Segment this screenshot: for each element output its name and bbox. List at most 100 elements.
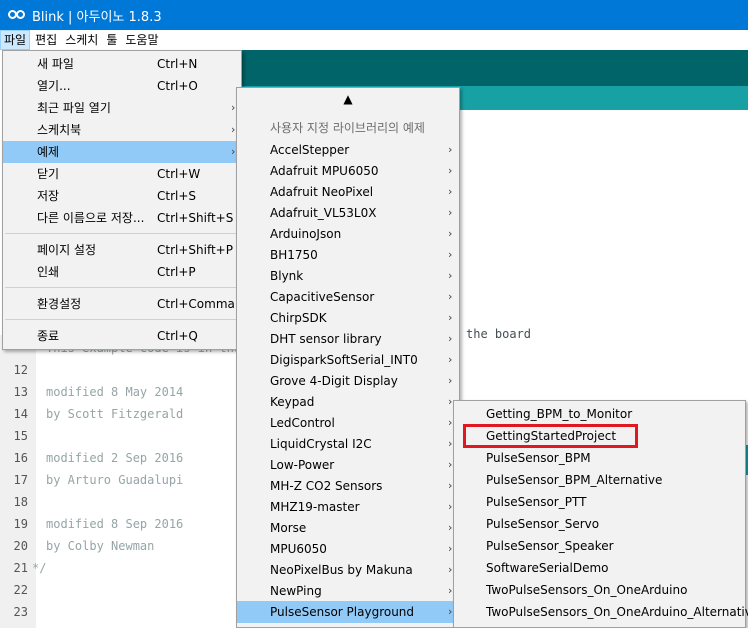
file-menu-sketchbook[interactable]: 스케치북 › (3, 119, 241, 141)
chevron-right-icon: › (448, 248, 453, 261)
examples-item-label: MPU6050 (270, 542, 327, 556)
chevron-right-icon: › (448, 458, 453, 471)
examples-item[interactable]: CapacitiveSensor › (237, 286, 459, 308)
menu-item-shortcut: Ctrl+P (157, 265, 196, 279)
examples-item[interactable]: Blynk › (237, 265, 459, 287)
menu-separator (5, 233, 239, 234)
title-bar: Blink | 아두이노 1.8.3 (0, 0, 748, 30)
chevron-right-icon: › (448, 290, 453, 303)
toolbar (240, 50, 748, 86)
examples-item-label: MH-Z CO2 Sensors (270, 479, 383, 493)
examples-item-label: DigisparkSoftSerial_INT0 (270, 353, 418, 367)
file-menu-preferences[interactable]: 환경설정 Ctrl+Comma (3, 293, 241, 315)
examples-item-label: Morse (270, 521, 307, 535)
chevron-right-icon: › (448, 395, 453, 408)
menu-help[interactable]: 도움말 (122, 30, 161, 50)
chevron-right-icon: › (448, 521, 453, 534)
examples-item[interactable]: NeoPixelBus by Makuna › (237, 559, 459, 581)
pulse-example-item[interactable]: Getting_BPM_to_Monitor (454, 403, 745, 425)
file-menu-save-as[interactable]: 다른 이름으로 저장... Ctrl+Shift+S (3, 207, 241, 229)
examples-item[interactable]: MHZ19-master › (237, 496, 459, 518)
examples-item-label: ArduinoJson (270, 227, 342, 241)
examples-item[interactable]: NewPing › (237, 580, 459, 602)
menu-item-shortcut: Ctrl+S (157, 189, 197, 203)
code-line: by Scott Fitzgerald (46, 407, 184, 421)
menu-item-label: 스케치북 (37, 123, 82, 137)
examples-item[interactable]: DigisparkSoftSerial_INT0 › (237, 349, 459, 371)
examples-item[interactable]: Morse › (237, 517, 459, 539)
file-menu-print[interactable]: 인쇄 Ctrl+P (3, 261, 241, 283)
menu-bar: 파일 편집 스케치 툴 도움말 (0, 30, 748, 50)
chevron-right-icon: › (448, 206, 453, 219)
examples-item[interactable]: PulseSensor Playground › (237, 601, 459, 623)
file-menu-save[interactable]: 저장 Ctrl+S (3, 185, 241, 207)
line-number: 20 (13, 539, 28, 553)
pulse-example-item[interactable]: PulseSensor_PTT (454, 491, 745, 513)
examples-item-label: PulseSensor Playground (270, 605, 415, 619)
pulse-example-item[interactable]: PulseSensor_Servo (454, 513, 745, 535)
examples-item[interactable]: MH-Z CO2 Sensors › (237, 475, 459, 497)
examples-item-label: BH1750 (270, 248, 318, 262)
menu-file[interactable]: 파일 (0, 30, 31, 50)
examples-item[interactable]: Low-Power › (237, 454, 459, 476)
chevron-right-icon: › (448, 164, 453, 177)
chevron-right-icon: › (448, 437, 453, 450)
file-menu-new[interactable]: 새 파일 Ctrl+N (3, 53, 241, 75)
examples-item[interactable]: Keypad › (237, 391, 459, 413)
examples-item-label: CapacitiveSensor (270, 290, 375, 304)
file-menu-close[interactable]: 닫기 Ctrl+W (3, 163, 241, 185)
chevron-right-icon: › (448, 542, 453, 555)
menu-item-label: 환경설정 (37, 297, 82, 311)
file-menu-open[interactable]: 열기... Ctrl+O (3, 75, 241, 97)
menu-item-label: 닫기 (37, 167, 60, 181)
examples-item[interactable]: BH1750 › (237, 244, 459, 266)
file-menu: 새 파일 Ctrl+N 열기... Ctrl+O 최근 파일 열기 › 스케치북… (2, 50, 242, 350)
examples-item[interactable]: DHT sensor library › (237, 328, 459, 350)
menu-item-label: 새 파일 (37, 57, 74, 71)
menu-edit[interactable]: 편집 (32, 30, 60, 50)
examples-item[interactable]: Adafruit NeoPixel › (237, 181, 459, 203)
pulse-example-item[interactable]: PulseSensor_BPM (454, 447, 745, 469)
file-menu-recent[interactable]: 최근 파일 열기 › (3, 97, 241, 119)
examples-item[interactable]: Adafruit_VL53L0X › (237, 202, 459, 224)
file-menu-page-setup[interactable]: 페이지 설정 Ctrl+Shift+P (3, 239, 241, 261)
menu-item-label: 페이지 설정 (37, 243, 97, 257)
pulse-example-item[interactable]: TwoPulseSensors_On_OneArduino (454, 579, 745, 601)
menu-item-shortcut: Ctrl+O (157, 79, 198, 93)
examples-item[interactable]: AccelStepper › (237, 139, 459, 161)
pulse-example-item[interactable]: TwoPulseSensors_On_OneArduino_Alternativ… (454, 601, 748, 623)
examples-item[interactable]: LedControl › (237, 412, 459, 434)
pulse-example-label: TwoPulseSensors_On_OneArduino (486, 583, 688, 597)
chevron-right-icon: › (448, 332, 453, 345)
examples-item[interactable]: ChirpSDK › (237, 307, 459, 329)
chevron-right-icon: › (448, 185, 453, 198)
examples-item-label: Adafruit_VL53L0X (270, 206, 377, 220)
line-number: 14 (13, 407, 28, 421)
examples-item-label: AccelStepper (270, 143, 350, 157)
menu-item-shortcut: Ctrl+W (157, 167, 201, 181)
scroll-up-arrow-icon[interactable]: ▲ (237, 88, 459, 110)
pulse-example-item[interactable]: PulseSensor_Speaker (454, 535, 745, 557)
examples-section-header: 사용자 지정 라이브러리의 예제 (237, 117, 459, 139)
code-line: by Arturo Guadalupi (46, 473, 184, 487)
examples-item[interactable]: Grove 4-Digit Display › (237, 370, 459, 392)
menu-tools[interactable]: 툴 (103, 30, 120, 50)
examples-item[interactable]: LiquidCrystal I2C › (237, 433, 459, 455)
pulse-example-label: PulseSensor_Speaker (486, 539, 614, 553)
annotation-highlight-box (463, 424, 638, 448)
file-menu-quit[interactable]: 종료 Ctrl+Q (3, 325, 241, 347)
pulse-example-item[interactable]: SoftwareSerialDemo (454, 557, 745, 579)
chevron-right-icon: › (448, 311, 453, 324)
menu-item-label: 종료 (37, 329, 60, 343)
file-menu-examples[interactable]: 예제 › (3, 141, 241, 163)
menu-item-shortcut: Ctrl+Shift+S (157, 211, 234, 225)
pulse-example-item[interactable]: PulseSensor_BPM_Alternative (454, 469, 745, 491)
menu-item-label: 예제 (37, 145, 60, 159)
examples-item-label: LedControl (270, 416, 335, 430)
chevron-right-icon: › (448, 353, 453, 366)
examples-item[interactable]: MPU6050 › (237, 538, 459, 560)
examples-item[interactable]: Adafruit MPU6050 › (237, 160, 459, 182)
examples-item[interactable]: ArduinoJson › (237, 223, 459, 245)
menu-sketch[interactable]: 스케치 (62, 30, 101, 50)
examples-item-label: DHT sensor library (270, 332, 382, 346)
